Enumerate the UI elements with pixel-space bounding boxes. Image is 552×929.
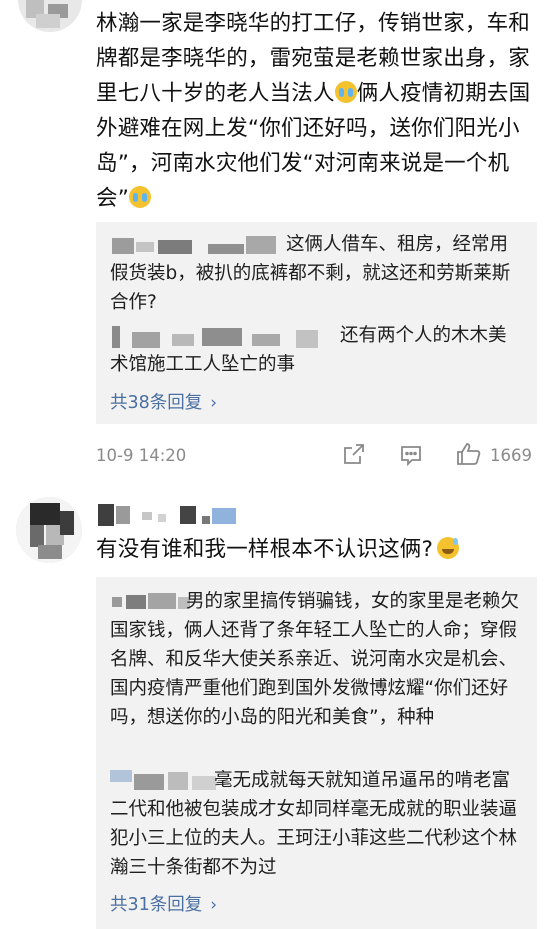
chevron-right-icon: › <box>210 895 218 915</box>
crying-face-emoji-icon <box>334 81 357 103</box>
comment-icon[interactable] <box>400 444 422 467</box>
like-icon[interactable] <box>456 442 482 466</box>
reply-box: 这俩人借车、租房，经常用假货装b，被扒的底裤都不剩，就这还和劳斯莱斯合作? 还有… <box>96 222 537 424</box>
more-replies-link[interactable]: 共38条回复 › <box>110 389 217 414</box>
comment-text: 林瀚一家是李晓华的打工仔，传销世家，车和牌都是李晓华的，雷宛萤是老赖世家出身，家… <box>96 6 536 216</box>
chevron-right-icon: › <box>210 393 218 413</box>
reply-text: 还有两个人的木木美术馆施工工人坠亡的事 <box>110 325 507 375</box>
more-replies-label: 共38条回复 <box>110 393 203 413</box>
crying-face-emoji-icon <box>129 186 152 208</box>
avatar[interactable] <box>18 0 82 32</box>
reply-box: 男的家里搞传销骗钱，女的家里是老赖欠国家钱，俩人还背了条年轻工人坠亡的人命；穿假… <box>96 577 537 929</box>
more-replies-link[interactable]: 共31条回复 › <box>110 891 217 916</box>
timestamp: 10-9 14:20 <box>96 446 187 465</box>
comment-text: 有没有谁和我一样根本不认识这俩? <box>96 532 536 567</box>
reply-text: 这俩人借车、租房，经常用假货装b，被扒的底裤都不剩，就这还和劳斯莱斯合作? <box>110 234 511 313</box>
reply-text: 毫无成就每天就知道吊逼吊的啃老富二代和他被包装成才女却同样毫无成就的职业装逼犯小… <box>110 770 518 878</box>
reply-text: 男的家里搞传销骗钱，女的家里是老赖欠国家钱，俩人还背了条年轻工人坠亡的人命；穿假… <box>110 591 520 728</box>
username-mosaic[interactable] <box>98 502 238 526</box>
more-replies-label: 共31条回复 <box>110 895 203 915</box>
avatar[interactable] <box>16 497 82 563</box>
sweat-smile-emoji-icon <box>437 537 460 559</box>
comment-body: 有没有谁和我一样根本不认识这俩? <box>96 537 434 562</box>
like-count: 1669 <box>490 446 532 465</box>
share-icon[interactable] <box>343 443 365 465</box>
